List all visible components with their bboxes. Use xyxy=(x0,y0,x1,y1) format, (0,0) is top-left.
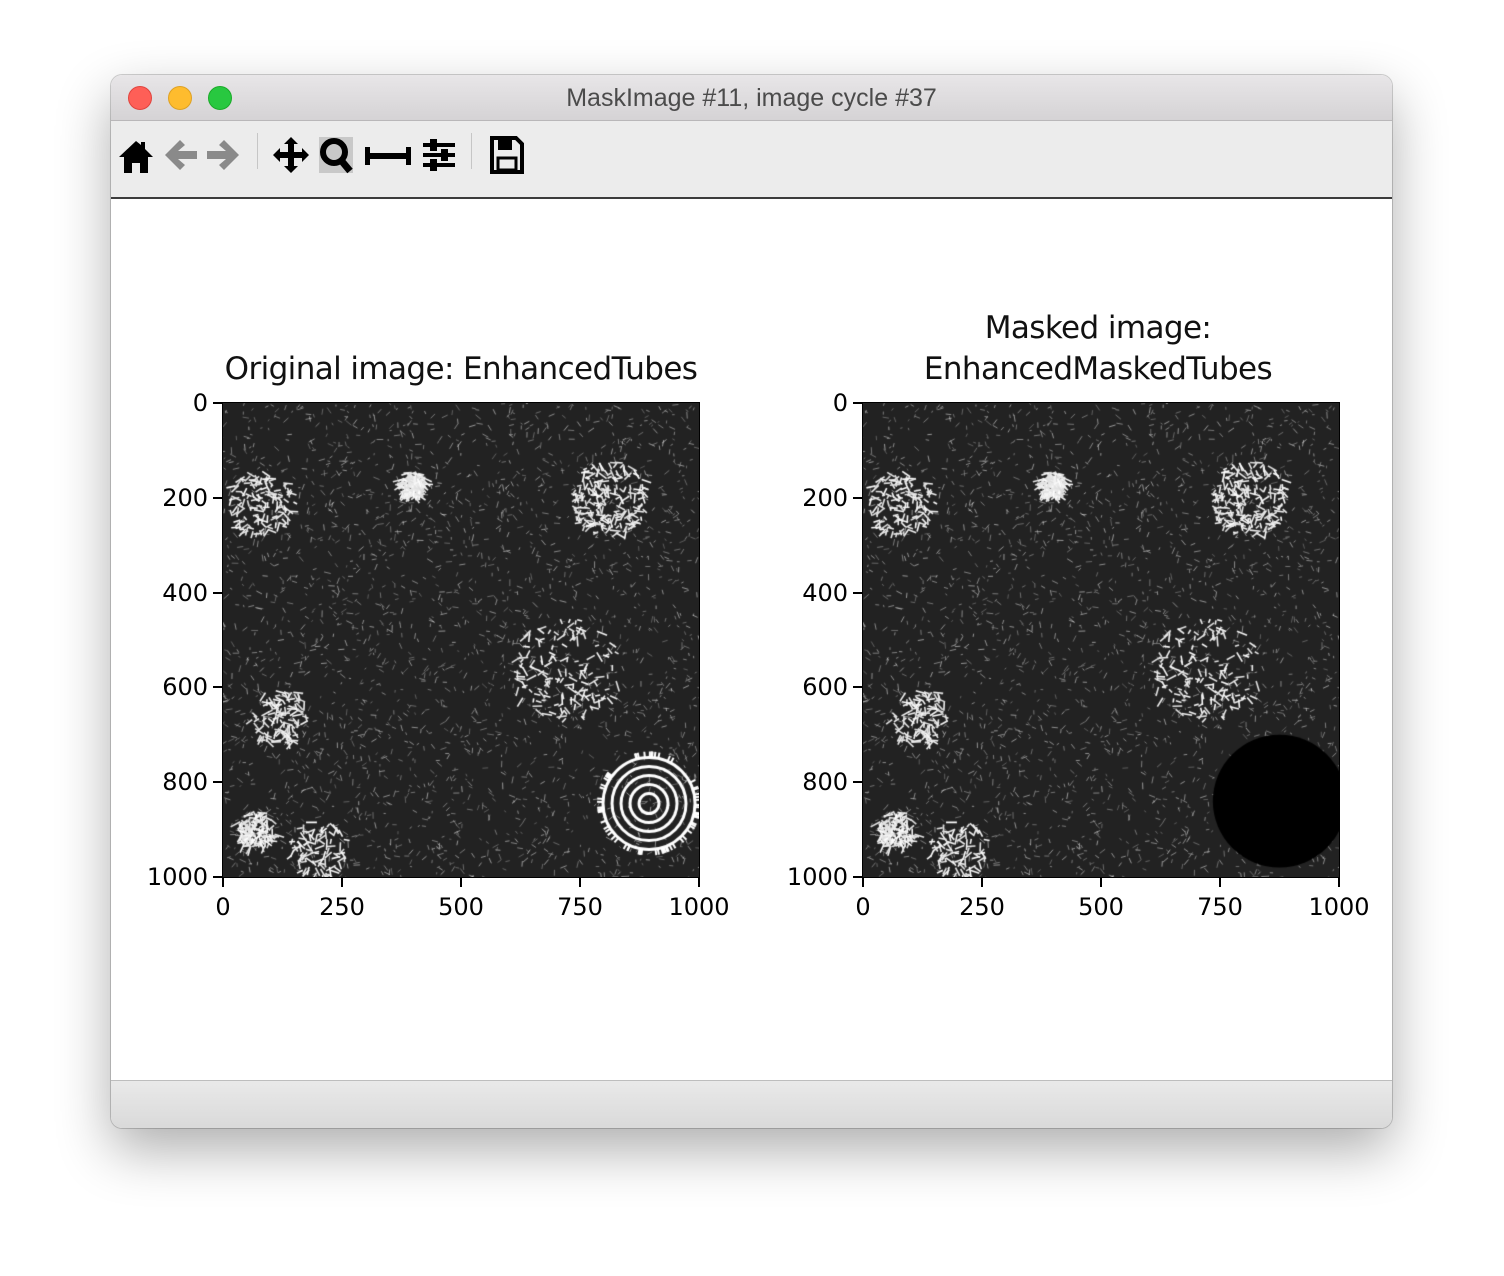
configure-icon xyxy=(423,139,455,171)
x-tick-label: 750 xyxy=(557,893,603,921)
configure-button[interactable] xyxy=(421,135,457,175)
x-tick-label: 500 xyxy=(438,893,484,921)
zoom-button[interactable] xyxy=(319,135,355,175)
original-image xyxy=(223,403,699,877)
window-title: MaskImage #11, image cycle #37 xyxy=(566,84,937,112)
y-tick-mark xyxy=(213,496,222,499)
right-plot-title-line-2: EnhancedMaskedTubes xyxy=(923,351,1273,387)
x-tick-label: 750 xyxy=(1197,893,1243,921)
x-tick-mark xyxy=(341,878,343,887)
save-button[interactable] xyxy=(489,135,525,175)
y-tick-label: 0 xyxy=(192,389,208,417)
home-button[interactable] xyxy=(117,135,155,175)
zoom-icon xyxy=(319,137,353,174)
back-arrow-icon xyxy=(165,140,197,170)
x-tick-mark xyxy=(579,878,581,887)
y-tick-label: 600 xyxy=(162,673,208,702)
y-tick-mark xyxy=(853,876,862,878)
home-icon xyxy=(119,141,153,173)
y-tick-mark xyxy=(853,591,862,594)
y-tick-mark xyxy=(853,496,862,499)
status-bar xyxy=(111,1080,1392,1128)
subplots-icon xyxy=(365,147,411,165)
left-plot-title: Original image: EnhancedTubes xyxy=(211,349,711,390)
forward-button[interactable] xyxy=(205,135,241,175)
pan-button[interactable] xyxy=(273,135,309,175)
masked-image xyxy=(863,403,1339,877)
y-tick-mark xyxy=(213,591,222,594)
figure-window: MaskImage #11, image cycle #37 Original … xyxy=(111,75,1392,1128)
y-tick-label: 1000 xyxy=(786,863,848,891)
x-tick-label: 250 xyxy=(959,893,1005,921)
x-tick-mark xyxy=(222,878,224,887)
x-tick-label: 0 xyxy=(855,893,871,921)
x-tick-mark xyxy=(698,878,700,887)
title-bar: MaskImage #11, image cycle #37 xyxy=(111,75,1392,121)
back-button[interactable] xyxy=(163,135,199,175)
y-tick-label: 600 xyxy=(802,673,848,702)
navigation-toolbar xyxy=(111,121,1392,199)
x-tick-label: 500 xyxy=(1078,893,1124,921)
y-tick-mark xyxy=(853,686,862,689)
y-tick-mark xyxy=(213,686,222,689)
y-tick-label: 200 xyxy=(802,483,848,512)
y-tick-label: 800 xyxy=(162,768,208,797)
x-tick-mark xyxy=(981,878,983,887)
y-tick-mark xyxy=(853,402,862,404)
x-tick-label: 250 xyxy=(319,893,365,921)
pan-icon xyxy=(273,137,309,173)
x-tick-label: 1000 xyxy=(668,893,730,921)
x-tick-mark xyxy=(460,878,462,887)
x-tick-mark xyxy=(1219,878,1221,887)
x-tick-label: 1000 xyxy=(1308,893,1370,921)
x-tick-label: 0 xyxy=(215,893,231,921)
y-tick-label: 400 xyxy=(162,578,208,607)
left-image-axes[interactable] xyxy=(222,402,700,878)
y-tick-label: 400 xyxy=(802,578,848,607)
y-tick-label: 200 xyxy=(162,483,208,512)
y-tick-label: 800 xyxy=(802,768,848,797)
y-tick-mark xyxy=(213,781,222,784)
toolbar-separator xyxy=(471,133,472,169)
y-tick-label: 0 xyxy=(832,389,848,417)
y-tick-mark xyxy=(213,402,222,404)
right-plot-title-line-1: Masked image: xyxy=(984,310,1212,346)
figure-canvas[interactable]: Original image: EnhancedTubes 0 200 400 600… xyxy=(111,199,1392,1079)
toolbar-separator xyxy=(257,133,258,169)
y-tick-mark xyxy=(853,781,862,784)
x-tick-mark xyxy=(1338,878,1340,887)
right-image-axes[interactable] xyxy=(862,402,1340,878)
x-tick-mark xyxy=(1100,878,1102,887)
subplots-button[interactable] xyxy=(365,135,411,175)
y-tick-label: 1000 xyxy=(146,863,208,891)
save-icon xyxy=(490,136,524,174)
forward-arrow-icon xyxy=(207,140,239,170)
x-tick-mark xyxy=(862,878,864,887)
y-tick-mark xyxy=(213,876,222,878)
right-plot-title: Masked image: EnhancedMaskedTubes xyxy=(848,308,1348,390)
left-plot-title-line: Original image: EnhancedTubes xyxy=(224,351,698,387)
